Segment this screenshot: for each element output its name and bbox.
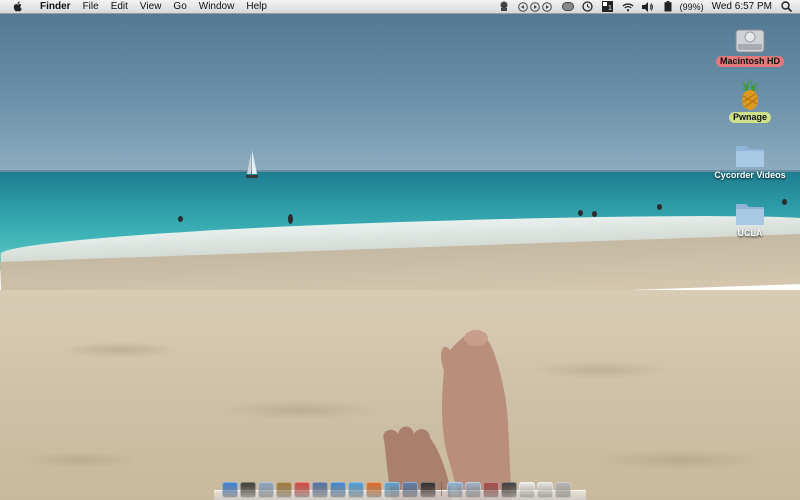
dock-stack-movies-icon[interactable] <box>519 482 535 498</box>
menu-edit[interactable]: Edit <box>105 0 134 14</box>
dock-stack-documents-icon[interactable] <box>465 482 481 498</box>
dock-app-terminal-icon[interactable] <box>420 482 436 498</box>
hard-drive-icon <box>733 20 767 54</box>
menu-bar: Finder File Edit View Go Window Help 1 (… <box>0 0 800 14</box>
dock <box>214 474 586 500</box>
desktop-icon-macintosh-hd[interactable]: Macintosh HD <box>710 20 790 67</box>
swimmer <box>288 214 293 224</box>
menu-app-name[interactable]: Finder <box>34 0 77 14</box>
pineapple-icon <box>733 76 767 110</box>
dock-stack-trash-icon[interactable] <box>555 482 571 498</box>
dock-items <box>222 474 573 498</box>
dock-app-iphoto-icon[interactable] <box>402 482 418 498</box>
sailboat-image <box>246 150 258 178</box>
desktop-icon-cycorder-videos[interactable]: Cycorder Videos <box>710 134 790 181</box>
spotlight-search-icon[interactable] <box>780 1 792 13</box>
wallpaper-sky <box>0 0 800 172</box>
dock-app-itunes-icon[interactable] <box>384 482 400 498</box>
menu-go[interactable]: Go <box>167 0 192 14</box>
dock-app-preview-icon[interactable] <box>312 482 328 498</box>
dock-app-ichat-icon[interactable] <box>330 482 346 498</box>
dock-stack-pictures-icon[interactable] <box>501 482 517 498</box>
menu-clock[interactable]: Wed 6:57 PM <box>712 1 772 12</box>
desktop-icon-label: Pwnage <box>728 112 771 123</box>
desktop-icon-label: Macintosh HD <box>715 56 784 67</box>
time-machine-icon[interactable] <box>582 1 594 12</box>
desktop-icon-label: Cycorder Videos <box>714 170 786 180</box>
desktop-icon-pwnage[interactable]: Pwnage <box>710 76 790 123</box>
menu-extra-icon[interactable] <box>498 1 510 12</box>
dock-app-ical-icon[interactable] <box>294 482 310 498</box>
status-area: 1 (99%) Wed 6:57 PM <box>494 0 800 14</box>
desktop-icon-label: UCLA <box>737 228 763 238</box>
desktop-icon-ucla[interactable]: UCLA <box>710 192 790 239</box>
dock-stack-downloads-icon[interactable] <box>483 482 499 498</box>
dock-app-address-book-icon[interactable] <box>276 482 292 498</box>
dock-stack-applications-icon[interactable] <box>447 482 463 498</box>
dock-app-mail-icon[interactable] <box>258 482 274 498</box>
dock-app-dashboard-icon[interactable] <box>240 482 256 498</box>
svg-text:1: 1 <box>608 5 612 12</box>
desktop-wallpaper <box>0 0 800 500</box>
battery-icon[interactable] <box>662 1 674 12</box>
itunes-controls-icon[interactable] <box>517 1 554 12</box>
dock-app-safari-icon[interactable] <box>348 482 364 498</box>
dock-stack-sites-icon[interactable] <box>537 482 553 498</box>
menu-file[interactable]: File <box>77 0 105 14</box>
menu-view[interactable]: View <box>134 0 168 14</box>
swimmer <box>178 216 183 222</box>
menu-help[interactable]: Help <box>240 0 273 14</box>
spaces-icon[interactable]: 1 <box>602 1 614 12</box>
wifi-icon[interactable] <box>622 1 634 12</box>
menu-extra-pill-icon[interactable] <box>561 1 574 12</box>
volume-icon[interactable] <box>641 1 654 12</box>
dock-separator <box>441 482 442 496</box>
apple-logo-icon[interactable] <box>12 1 24 13</box>
dock-app-finder-icon[interactable] <box>222 482 238 498</box>
folder-icon <box>733 192 767 226</box>
swimmer <box>578 210 583 216</box>
swimmer <box>657 204 662 210</box>
wallpaper-horizon <box>0 170 800 172</box>
folder-icon <box>733 134 767 168</box>
menu-window[interactable]: Window <box>193 0 241 14</box>
dock-app-firefox-icon[interactable] <box>366 482 382 498</box>
battery-percentage[interactable]: (99%) <box>680 2 704 12</box>
